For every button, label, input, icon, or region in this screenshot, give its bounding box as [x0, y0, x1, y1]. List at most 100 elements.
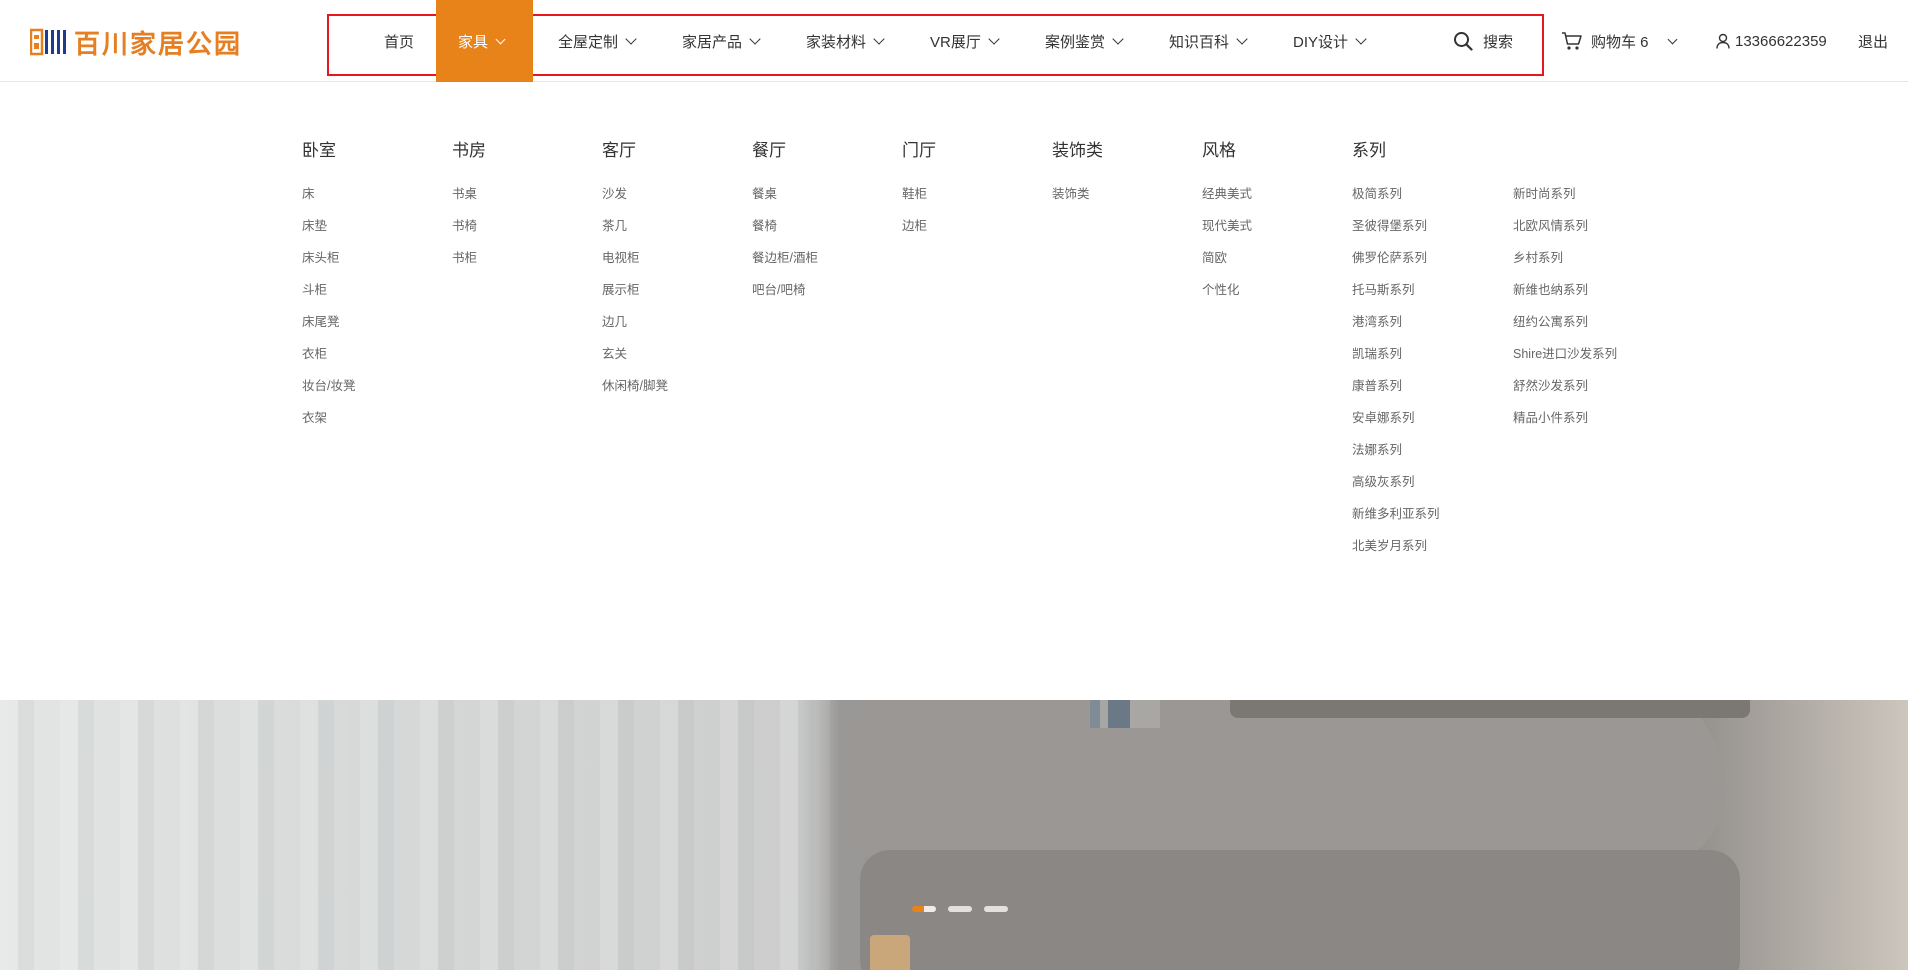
menu-link[interactable]: 书椅	[452, 217, 486, 249]
menu-link[interactable]: 妆台/妆凳	[302, 377, 355, 409]
menu-link[interactable]: 北欧风情系列	[1513, 217, 1617, 249]
nav-item-label: 案例鉴赏	[1045, 33, 1106, 51]
chevron-down-icon	[1355, 33, 1367, 45]
menu-link[interactable]: 凯瑞系列	[1352, 345, 1440, 377]
banner-sofa-image	[845, 700, 1725, 870]
menu-link[interactable]: 床尾凳	[302, 313, 355, 345]
menu-link[interactable]: 圣彼得堡系列	[1352, 217, 1440, 249]
menu-link[interactable]: 新维多利亚系列	[1352, 505, 1440, 537]
menu-link[interactable]: 餐边柜/酒柜	[752, 249, 818, 281]
menu-link[interactable]: 沙发	[602, 185, 668, 217]
user-phone: 13366622359	[1735, 32, 1827, 50]
menu-link[interactable]: 新维也纳系列	[1513, 281, 1617, 313]
menu-column-list: 书桌 书椅 书柜	[452, 185, 486, 281]
nav-item-home-products[interactable]: 家居产品	[657, 0, 781, 82]
search-button[interactable]: 搜索	[1453, 0, 1513, 82]
menu-link[interactable]: 书柜	[452, 249, 486, 281]
nav-item-label: 全屋定制	[558, 33, 619, 51]
menu-link[interactable]: 床垫	[302, 217, 355, 249]
cart-button[interactable]: 购物车 6	[1561, 0, 1677, 82]
carousel-dot[interactable]	[984, 906, 1008, 912]
nav-item-diy-design[interactable]: DIY设计	[1268, 0, 1388, 82]
menu-link[interactable]: 玄关	[602, 345, 668, 377]
menu-link[interactable]: 现代美式	[1202, 217, 1252, 249]
menu-column: 书房 书桌 书椅 书柜	[452, 141, 486, 281]
nav-item-vr-showroom[interactable]: VR展厅	[905, 0, 1020, 82]
menu-link[interactable]: 乡村系列	[1513, 249, 1617, 281]
menu-link[interactable]: 茶几	[602, 217, 668, 249]
menu-link[interactable]: 书桌	[452, 185, 486, 217]
menu-link[interactable]: 电视柜	[602, 249, 668, 281]
menu-link[interactable]: 经典美式	[1202, 185, 1252, 217]
search-label: 搜索	[1483, 33, 1514, 51]
menu-link[interactable]: Shire进口沙发系列	[1513, 345, 1617, 377]
brand-logo-icon	[30, 28, 66, 56]
menu-column: 餐厅 餐桌 餐椅 餐边柜/酒柜 吧台/吧椅	[752, 141, 818, 313]
menu-link[interactable]: 床	[302, 185, 355, 217]
carousel-dot[interactable]	[912, 906, 936, 912]
logout-link[interactable]: 退出	[1858, 0, 1888, 82]
nav-item-home[interactable]: 首页	[360, 0, 436, 82]
menu-link[interactable]: 餐椅	[752, 217, 818, 249]
user-icon	[1716, 33, 1730, 49]
banner-cushion	[1230, 700, 1750, 718]
menu-link[interactable]: 佛罗伦萨系列	[1352, 249, 1440, 281]
menu-link[interactable]: 鞋柜	[902, 185, 936, 217]
menu-link[interactable]: 精品小件系列	[1513, 409, 1617, 441]
menu-link[interactable]: 衣架	[302, 409, 355, 441]
menu-link[interactable]: 装饰类	[1052, 185, 1103, 217]
menu-link[interactable]: 法娜系列	[1352, 441, 1440, 473]
menu-link[interactable]: 展示柜	[602, 281, 668, 313]
nav-item-cases[interactable]: 案例鉴赏	[1020, 0, 1144, 82]
menu-column-title: 系列	[1352, 141, 1386, 160]
chevron-down-icon	[749, 33, 761, 45]
chevron-down-icon	[873, 33, 885, 45]
menu-column-title: 装饰类	[1052, 141, 1103, 160]
menu-link[interactable]: 边几	[602, 313, 668, 345]
menu-link[interactable]: 休闲椅/脚凳	[602, 377, 668, 409]
nav-item-furniture[interactable]: 家具	[436, 0, 533, 82]
carousel-dot[interactable]	[948, 906, 972, 912]
menu-column-title: 门厅	[902, 141, 936, 160]
menu-link[interactable]: 斗柜	[302, 281, 355, 313]
nav-item-label: 家装材料	[806, 33, 867, 51]
menu-link[interactable]: 高级灰系列	[1352, 473, 1440, 505]
chevron-down-icon	[988, 33, 1000, 45]
menu-link[interactable]: 极简系列	[1352, 185, 1440, 217]
menu-link[interactable]: 衣柜	[302, 345, 355, 377]
menu-column: 风格 经典美式 现代美式 简欧 个性化	[1202, 141, 1252, 313]
chevron-down-icon	[1236, 33, 1248, 45]
site-header: 百川家居公园 首页 家具 全屋定制 家居产品 家装材料 VR展厅 案例鉴赏 知识…	[0, 0, 1908, 82]
nav-item-label: DIY设计	[1293, 33, 1349, 51]
menu-link[interactable]: 床头柜	[302, 249, 355, 281]
menu-link[interactable]: 简欧	[1202, 249, 1252, 281]
menu-link[interactable]: 边柜	[902, 217, 936, 249]
menu-column-list: 鞋柜 边柜	[902, 185, 936, 249]
menu-link[interactable]: 新时尚系列	[1513, 185, 1617, 217]
menu-column-list: 新时尚系列 北欧风情系列 乡村系列 新维也纳系列 纽约公寓系列 Shire进口沙发系列 舒然…	[1513, 185, 1617, 441]
hero-banner[interactable]	[0, 700, 1908, 970]
search-icon	[1454, 32, 1473, 51]
menu-link[interactable]: 康普系列	[1352, 377, 1440, 409]
menu-column-title: 餐厅	[752, 141, 786, 160]
nav-item-custom[interactable]: 全屋定制	[533, 0, 657, 82]
menu-link[interactable]: 港湾系列	[1352, 313, 1440, 345]
nav-item-knowledge[interactable]: 知识百科	[1144, 0, 1268, 82]
menu-column: 装饰类 装饰类	[1052, 141, 1103, 217]
menu-link[interactable]: 纽约公寓系列	[1513, 313, 1617, 345]
brand-logo[interactable]: 百川家居公园	[30, 26, 242, 60]
menu-link[interactable]: 个性化	[1202, 281, 1252, 313]
user-account-link[interactable]: 13366622359	[1716, 0, 1827, 82]
menu-link[interactable]: 舒然沙发系列	[1513, 377, 1617, 409]
menu-link[interactable]: 托马斯系列	[1352, 281, 1440, 313]
menu-column: 卧室 床床垫 床头柜 斗柜 床尾凳 衣柜 妆台/妆凳 衣架	[302, 141, 355, 441]
menu-link[interactable]: 餐桌	[752, 185, 818, 217]
cart-label: 购物车 6	[1591, 33, 1649, 51]
chevron-down-icon	[495, 34, 506, 44]
nav-item-materials[interactable]: 家装材料	[781, 0, 905, 82]
menu-link[interactable]: 安卓娜系列	[1352, 409, 1440, 441]
nav-item-label: 知识百科	[1169, 33, 1230, 51]
menu-column-title: 卧室	[302, 141, 336, 160]
menu-link[interactable]: 吧台/吧椅	[752, 281, 818, 313]
menu-link[interactable]: 北美岁月系列	[1352, 537, 1440, 569]
